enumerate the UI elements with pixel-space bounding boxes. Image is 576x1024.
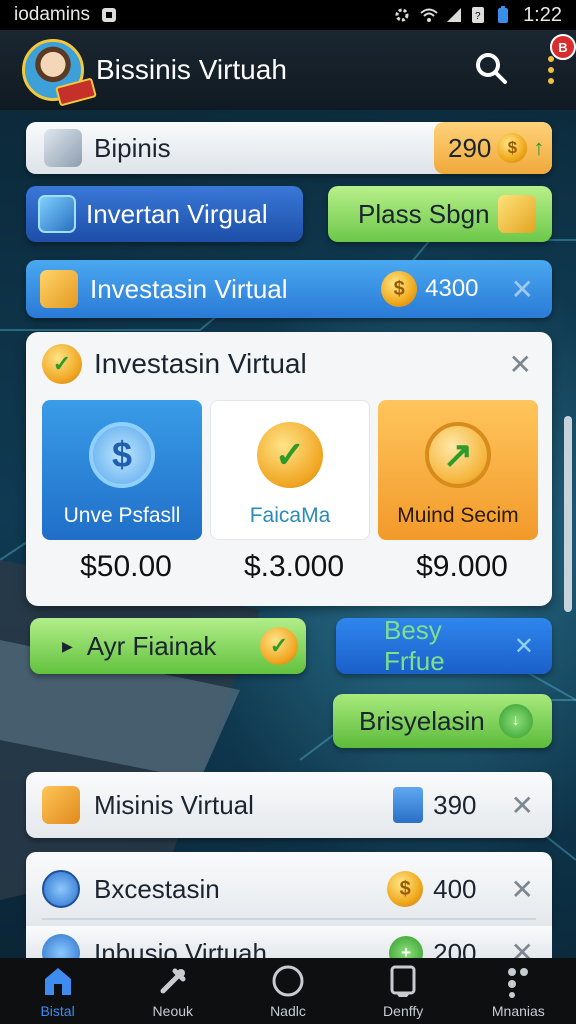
list-item[interactable]: Misinis Virtual 390 ✕ xyxy=(26,772,552,838)
option-label: Muind Secim xyxy=(397,504,519,527)
tools-icon xyxy=(156,963,190,999)
sim-icon: ? xyxy=(471,6,489,24)
list-item-amount: 200 xyxy=(433,937,477,959)
signal-icon xyxy=(445,6,463,24)
check-badge-icon: ✓ xyxy=(260,627,298,665)
bottom-nav: Bistal Neouk Nadlc Denffy Mnanias xyxy=(0,958,576,1024)
plass-button[interactable]: Plass Sbgn xyxy=(328,186,552,242)
nav-item-neouk[interactable]: Neouk xyxy=(118,963,228,1019)
chart-box-icon xyxy=(38,195,76,233)
investment-card-title: Investasin Virtual xyxy=(94,348,307,379)
more-icon xyxy=(501,963,535,999)
coin-icon: $ xyxy=(387,871,424,907)
package-icon xyxy=(497,195,536,233)
score-chip: 290 $ ↑ xyxy=(434,122,552,174)
brisyelasin-button[interactable]: Brisyelasin ↓ xyxy=(333,694,552,748)
option-label: Unve Psfasll xyxy=(63,504,181,527)
list-item-label: Misinis Virtual xyxy=(94,789,254,820)
grid-icon xyxy=(42,870,80,908)
close-icon[interactable]: ✕ xyxy=(511,789,534,822)
carrier-text: iodamins xyxy=(14,4,91,25)
investment-option[interactable]: ✓ FaicaMa xyxy=(210,400,370,540)
app-title: Bissinis Virtuah xyxy=(96,54,287,85)
circle-icon xyxy=(271,963,305,999)
close-icon[interactable]: ✕ xyxy=(514,632,534,661)
close-icon[interactable]: ✕ xyxy=(511,873,534,906)
document-icon xyxy=(393,787,424,823)
arrow-up-icon: ↑ xyxy=(533,135,545,160)
option-price: $.3.000 xyxy=(243,550,345,583)
battery-icon xyxy=(497,6,515,24)
besy-frfue-label: Besy Frfue xyxy=(384,615,445,676)
ayr-fiainak-button[interactable]: ▶ Ayr Fiainak ✓ xyxy=(30,618,306,674)
svg-text:?: ? xyxy=(475,11,481,22)
option-label: FaicaMa xyxy=(249,504,331,527)
score-value: 290 xyxy=(448,132,492,163)
close-icon[interactable]: ✕ xyxy=(509,348,532,381)
play-icon: ▶ xyxy=(62,637,73,654)
list-item[interactable]: Inbusio Virtuah + 200 ✕ xyxy=(26,926,552,958)
coin-icon: $ xyxy=(497,133,528,163)
nav-item-denffy[interactable]: Denffy xyxy=(348,963,458,1019)
settings-icon xyxy=(393,6,411,24)
close-icon[interactable]: ✕ xyxy=(511,936,534,958)
close-icon[interactable]: ✕ xyxy=(511,273,534,306)
box-icon xyxy=(40,270,78,308)
clock-text: 1:22 xyxy=(523,3,562,26)
nav-item-bistal[interactable]: Bistal xyxy=(3,963,113,1019)
option-price: $50.00 xyxy=(80,550,172,583)
nav-label: Nadlc xyxy=(270,1003,306,1019)
divider xyxy=(42,918,536,920)
ayr-fiainak-label: Ayr Fiainak xyxy=(86,630,217,661)
highlight-row[interactable]: Investasin Virtual $ 4300 ✕ xyxy=(26,260,552,318)
check-badge-icon: ✓ xyxy=(42,344,82,384)
dollar-gear-icon: $ xyxy=(89,422,155,488)
scrollbar[interactable] xyxy=(564,416,572,612)
avatar[interactable] xyxy=(22,39,84,101)
list-item-amount: 400 xyxy=(433,873,477,904)
nav-label: Mnanias xyxy=(491,1003,545,1019)
nav-item-nadlc[interactable]: Nadlc xyxy=(233,963,343,1019)
plass-label: Plass Sbgn xyxy=(358,198,490,229)
notification-badge: B xyxy=(550,34,576,60)
investment-card: ✓ Investasin Virtual ✕ $ Unve Psfasll ✓ … xyxy=(26,332,552,606)
list-item-amount: 390 xyxy=(433,789,477,820)
overflow-menu-button[interactable]: B xyxy=(548,34,576,84)
gauge-icon xyxy=(42,934,80,958)
search-icon[interactable] xyxy=(474,51,508,90)
brisyelasin-label: Brisyelasin xyxy=(359,705,485,736)
nav-label: Neouk xyxy=(152,1003,194,1019)
highlight-amount: 4300 xyxy=(425,275,479,302)
document-icon xyxy=(386,963,420,999)
app-bar: Bissinis Virtuah B xyxy=(0,30,576,110)
invest-virtual-button[interactable]: Invertan Virgual xyxy=(26,186,303,242)
notification-icon xyxy=(100,6,118,24)
list-item-label: Inbusio Virtuah xyxy=(94,938,267,958)
cube-icon xyxy=(44,129,82,167)
download-icon: ↓ xyxy=(498,704,533,738)
investment-option[interactable]: ↗ Muind Secim xyxy=(378,400,538,540)
wifi-icon xyxy=(419,6,438,24)
invest-virtual-label: Invertan Virgual xyxy=(86,198,268,229)
highlight-label: Investasin Virtual xyxy=(90,273,288,304)
nav-label: Bistal xyxy=(40,1003,75,1019)
summary-label: Bipinis xyxy=(94,132,171,163)
nav-item-mnanias[interactable]: Mnanias xyxy=(463,963,573,1019)
home-icon xyxy=(41,963,75,999)
list-item-label: Bxcestasin xyxy=(94,873,220,904)
nav-label: Denffy xyxy=(383,1003,424,1019)
check-magnifier-icon: ✓ xyxy=(257,422,323,488)
status-bar: iodamins ? 1:22 xyxy=(0,0,576,30)
coin-icon: $ xyxy=(381,271,418,307)
box-icon xyxy=(42,786,80,824)
growth-magnifier-icon: ↗ xyxy=(425,422,491,488)
summary-row[interactable]: Bipinis 290 $ ↑ xyxy=(26,122,552,174)
besy-frfue-button[interactable]: Besy Frfue ✕ xyxy=(336,615,552,676)
option-price: $9.000 xyxy=(416,550,508,583)
list-item[interactable]: Bxcestasin $ 400 ✕ xyxy=(26,852,552,926)
plus-coin-icon: + xyxy=(389,936,424,958)
investment-option[interactable]: $ Unve Psfasll xyxy=(42,400,202,540)
